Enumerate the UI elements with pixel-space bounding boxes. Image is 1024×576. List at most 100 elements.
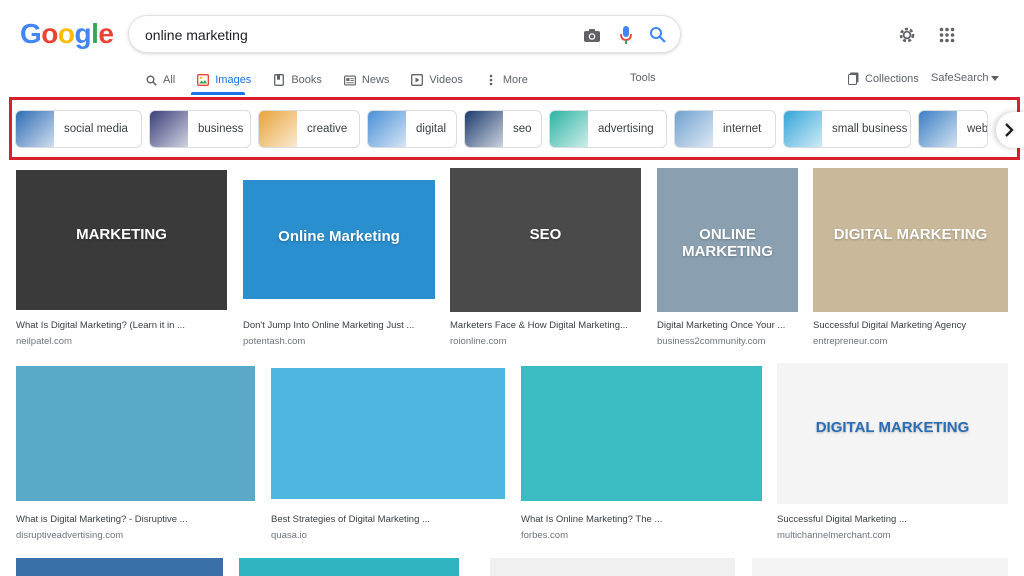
microphone-icon[interactable] bbox=[615, 24, 637, 46]
result-thumbnail[interactable] bbox=[271, 368, 505, 499]
result-title[interactable]: Successful Digital Marketing Agency bbox=[813, 320, 1008, 331]
chip-thumbnail bbox=[919, 111, 957, 147]
result-thumbnail[interactable]: ONLINE MARKETING bbox=[657, 168, 798, 312]
result-source: quasa.io bbox=[271, 530, 307, 541]
result-thumbnail[interactable]: DIGITAL MARKETING bbox=[813, 168, 1008, 312]
caret-down-icon bbox=[991, 75, 1000, 81]
result-source: neilpatel.com bbox=[16, 336, 72, 347]
result-title[interactable]: What Is Online Marketing? The ... bbox=[521, 514, 762, 525]
chip-thumbnail bbox=[150, 111, 188, 147]
tab-videos[interactable]: Videos bbox=[411, 72, 463, 88]
logo-letter: l bbox=[91, 18, 99, 49]
result-source: business2community.com bbox=[657, 336, 766, 347]
image-result-partial[interactable] bbox=[752, 558, 1008, 576]
result-title[interactable]: Successful Digital Marketing ... bbox=[777, 514, 1008, 525]
tab-books[interactable]: Books bbox=[273, 72, 322, 88]
tab-news[interactable]: News bbox=[343, 72, 390, 88]
related-search-chip[interactable]: advertising bbox=[549, 110, 667, 148]
chip-label: small business bbox=[832, 123, 908, 135]
chevron-right-icon bbox=[1004, 122, 1014, 138]
result-thumbnail[interactable]: DIGITAL MARKETING bbox=[777, 363, 1008, 504]
thumbnail-text: SEO bbox=[529, 225, 562, 243]
image-result-partial[interactable] bbox=[16, 558, 223, 576]
related-search-chip[interactable]: seo bbox=[464, 110, 542, 148]
tab-label: Books bbox=[291, 74, 322, 86]
search-icon bbox=[145, 74, 157, 86]
chip-label: digital bbox=[416, 123, 447, 135]
chip-label: creative bbox=[307, 123, 348, 135]
tab-more[interactable]: More bbox=[485, 72, 528, 88]
result-title[interactable]: Marketers Face & How Digital Marketing..… bbox=[450, 320, 641, 331]
safesearch-dropdown[interactable]: SafeSearch bbox=[931, 72, 1000, 84]
chip-thumbnail bbox=[784, 111, 822, 147]
image-result[interactable]: ONLINE MARKETING Digital Marketing Once Y… bbox=[657, 168, 798, 347]
more-vert-icon bbox=[485, 74, 497, 86]
gear-icon[interactable] bbox=[896, 24, 918, 46]
news-icon bbox=[343, 74, 356, 86]
chip-label: web bbox=[967, 123, 988, 135]
image-result[interactable]: SEO Marketers Face & How Digital Marketin… bbox=[450, 168, 641, 347]
image-result[interactable]: MARKETING What Is Digital Marketing? (Lea… bbox=[16, 170, 227, 347]
search-tabs: All Images Books News Videos More bbox=[145, 72, 550, 88]
active-tab-indicator bbox=[191, 92, 245, 95]
related-search-chip[interactable]: digital bbox=[367, 110, 457, 148]
result-title[interactable]: What Is Digital Marketing? (Learn it in … bbox=[16, 320, 227, 331]
tools-button[interactable]: Tools bbox=[630, 72, 656, 84]
search-input[interactable] bbox=[145, 16, 565, 54]
chip-label: advertising bbox=[598, 123, 654, 135]
book-icon bbox=[273, 74, 285, 86]
chip-thumbnail bbox=[675, 111, 713, 147]
logo-letter: g bbox=[74, 18, 92, 49]
image-result[interactable]: DIGITAL MARKETING Successful Digital Mark… bbox=[777, 363, 1008, 541]
tab-label: All bbox=[163, 74, 176, 86]
tab-images[interactable]: Images bbox=[197, 72, 251, 88]
chip-label: internet bbox=[723, 123, 762, 135]
chips-next-button[interactable] bbox=[996, 112, 1024, 148]
result-thumbnail[interactable] bbox=[521, 366, 762, 501]
thumbnail-text: Online Marketing bbox=[278, 227, 400, 245]
image-result[interactable]: Online Marketing Don't Jump Into Online M… bbox=[243, 180, 435, 347]
related-search-chip[interactable]: creative bbox=[258, 110, 360, 148]
logo-letter: e bbox=[98, 18, 114, 49]
image-result[interactable]: What is Digital Marketing? - Disruptive … bbox=[16, 366, 255, 541]
tab-label: Images bbox=[215, 74, 252, 86]
image-result-partial[interactable] bbox=[490, 558, 735, 576]
google-logo[interactable]: Google bbox=[20, 18, 114, 50]
result-thumbnail[interactable]: MARKETING bbox=[16, 170, 227, 310]
image-result[interactable]: Best Strategies of Digital Marketing ...… bbox=[271, 368, 505, 541]
related-search-chip[interactable]: small business bbox=[783, 110, 911, 148]
tab-label: News bbox=[361, 74, 390, 86]
related-search-chip[interactable]: business bbox=[149, 110, 251, 148]
related-search-chip[interactable]: web bbox=[918, 110, 988, 148]
image-result[interactable]: DIGITAL MARKETING Successful Digital Mark… bbox=[813, 168, 1008, 347]
image-result-partial[interactable] bbox=[239, 558, 459, 576]
result-thumbnail[interactable]: SEO bbox=[450, 168, 641, 312]
image-result[interactable]: What Is Online Marketing? The ... forbes.… bbox=[521, 366, 762, 541]
chip-thumbnail bbox=[550, 111, 588, 147]
result-title[interactable]: What is Digital Marketing? - Disruptive … bbox=[16, 514, 255, 525]
related-search-chip[interactable]: internet bbox=[674, 110, 776, 148]
safesearch-label: SafeSearch bbox=[931, 72, 989, 84]
thumbnail-text: ONLINE MARKETING bbox=[682, 225, 773, 260]
result-thumbnail[interactable]: Online Marketing bbox=[243, 180, 435, 299]
chip-label: seo bbox=[513, 123, 532, 135]
result-title[interactable]: Best Strategies of Digital Marketing ... bbox=[271, 514, 505, 525]
collections-button[interactable]: Collections bbox=[848, 72, 919, 85]
result-title[interactable]: Digital Marketing Once Your ... bbox=[657, 320, 798, 331]
search-icon[interactable] bbox=[647, 24, 669, 46]
chip-label: social media bbox=[64, 123, 128, 135]
logo-letter: o bbox=[41, 18, 58, 49]
apps-grid-icon[interactable] bbox=[936, 24, 958, 46]
result-source: forbes.com bbox=[521, 530, 568, 541]
result-source: disruptiveadvertising.com bbox=[16, 530, 124, 541]
image-icon bbox=[197, 74, 210, 86]
chip-thumbnail bbox=[259, 111, 297, 147]
camera-icon[interactable] bbox=[581, 24, 603, 46]
result-title[interactable]: Don't Jump Into Online Marketing Just ..… bbox=[243, 320, 435, 331]
tab-all[interactable]: All bbox=[145, 72, 175, 88]
tab-label: Videos bbox=[429, 74, 463, 86]
collections-label: Collections bbox=[865, 72, 919, 85]
logo-letter: o bbox=[57, 18, 75, 49]
result-thumbnail[interactable] bbox=[16, 366, 255, 501]
related-search-chip[interactable]: social media bbox=[15, 110, 142, 148]
